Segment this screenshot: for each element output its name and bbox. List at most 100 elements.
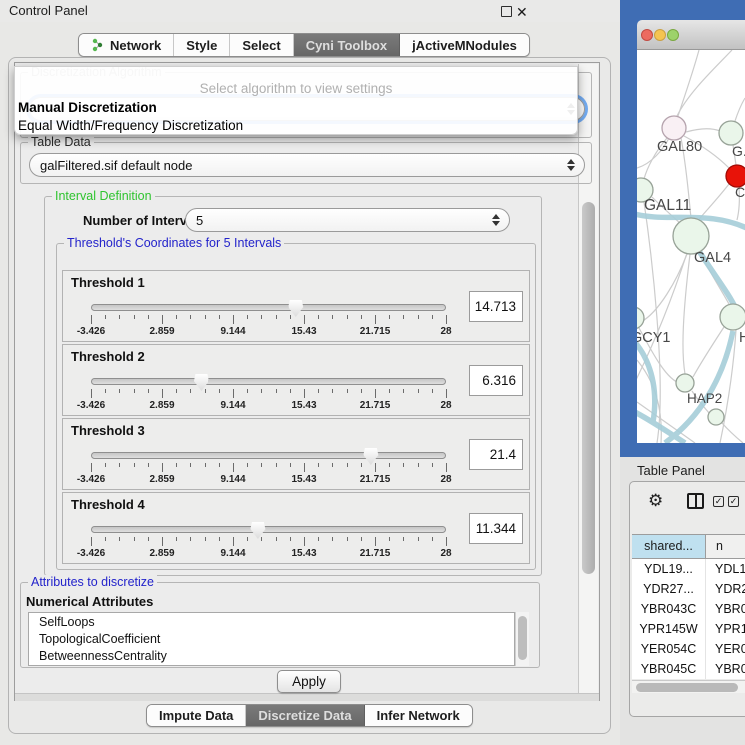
number-of-intervals-combobox[interactable]: 5 [185, 208, 510, 232]
threshold-3-row: Threshold 3 -3.426 2.859 9.144 15.43 21.… [62, 418, 530, 490]
combo-arrows-icon [492, 214, 500, 226]
table-row[interactable]: YPR145WYPR1 [632, 619, 745, 639]
algorithm-dropdown-popup: Select algorithm to view settings Manual… [14, 66, 578, 135]
top-tab-bar: Network Style Select Cyni Toolbox jActiv… [78, 33, 530, 57]
checkbox-icon[interactable]: ✓ [728, 496, 739, 507]
list-item[interactable]: TopologicalCoefficient [29, 630, 514, 647]
close-traffic-light-icon[interactable] [641, 29, 653, 41]
table-data-combobox[interactable]: galFiltered.sif default node [29, 153, 585, 177]
number-of-intervals-value: 5 [196, 213, 203, 228]
threshold-3-value-field[interactable]: 21.4 [469, 439, 523, 470]
bottom-band [15, 693, 599, 701]
control-panel-title: Control Panel [9, 3, 88, 18]
numerical-attributes-list[interactable]: SelfLoops TopologicalCoefficient Between… [28, 612, 515, 666]
node-gcy1[interactable] [637, 307, 644, 329]
column-header-name[interactable]: n [706, 535, 745, 558]
node-hap2[interactable] [676, 374, 694, 392]
tick-label: 2.859 [149, 400, 174, 411]
checkbox-icon[interactable]: ✓ [713, 496, 724, 507]
network-graph: GAL80 G. C GAL11 GAL4 GCY1 H HAP2 [637, 50, 745, 443]
dropdown-option-manual-discretization[interactable]: Manual Discretization [18, 100, 157, 115]
node-bottom[interactable] [708, 409, 724, 425]
table-row[interactable]: YDL19...YDL1 [632, 559, 745, 579]
network-window-titlebar[interactable] [637, 20, 745, 50]
list-item[interactable]: SelfLoops [29, 613, 514, 630]
tab-cyni-toolbox[interactable]: Cyni Toolbox [294, 34, 400, 56]
apply-button[interactable]: Apply [277, 670, 341, 693]
zoom-traffic-light-icon[interactable] [667, 29, 679, 41]
bottom-tab-bar: Impute Data Discretize Data Infer Networ… [146, 704, 473, 727]
dropdown-prompt-item: Select algorithm to view settings [15, 81, 577, 96]
network-canvas[interactable]: GAL80 G. C GAL11 GAL4 GCY1 H HAP2 [637, 50, 745, 443]
tab-network-label: Network [110, 38, 161, 53]
column-header-shared-name[interactable]: shared... [632, 535, 706, 558]
node-label-c: C [735, 184, 745, 200]
table-header-row: shared... n [632, 535, 745, 559]
threshold-2-value-field[interactable]: 6.316 [469, 365, 523, 396]
tick-label: 9.144 [220, 474, 245, 485]
table-row[interactable]: YER054CYER0 [632, 639, 745, 659]
table-data-value: galFiltered.sif default node [40, 158, 192, 173]
tick-label: 2.859 [149, 474, 174, 485]
main-scrollbar-thumb[interactable] [582, 202, 595, 574]
table-settings-gear-icon[interactable]: ⚙ [648, 492, 663, 511]
combo-arrows-icon [567, 159, 575, 171]
node-label-gal4: GAL4 [694, 250, 731, 266]
tab-jactivemnodules[interactable]: jActiveMNodules [400, 34, 529, 56]
threshold-4-row: Threshold 4 -3.426 2.859 9.144 15.43 21.… [62, 492, 530, 564]
tab-discretize-data[interactable]: Discretize Data [246, 705, 364, 726]
dropdown-option-equal-width[interactable]: Equal Width/Frequency Discretization [18, 118, 243, 133]
threshold-2-slider[interactable] [91, 378, 446, 385]
threshold-4-slider[interactable] [91, 526, 446, 533]
thresholds-group-title: Threshold's Coordinates for 5 Intervals [64, 236, 284, 250]
table-row[interactable]: YBR045CYBR0 [632, 659, 745, 679]
threshold-3-slider[interactable] [91, 452, 446, 459]
tab-style[interactable]: Style [174, 34, 230, 56]
threshold-3-ticks [91, 463, 446, 473]
node-table: shared... n YDL19...YDL1 YDR27...YDR2 YB… [632, 534, 745, 679]
table-row[interactable]: YBR043CYBR0 [632, 599, 745, 619]
list-item[interactable]: BetweennessCentrality [29, 647, 514, 664]
table-horizontal-scrollbar[interactable] [632, 680, 745, 693]
node-gal80[interactable] [662, 116, 686, 140]
tick-label: 21.715 [360, 474, 391, 485]
threshold-2-ticks [91, 389, 446, 399]
threshold-1-row: Threshold 1 -3.426 2.859 9.144 15.43 21.… [62, 270, 530, 342]
float-window-icon[interactable] [501, 6, 512, 17]
tab-infer-network[interactable]: Infer Network [365, 705, 472, 726]
tick-label: 9.144 [220, 400, 245, 411]
tick-label: 2.859 [149, 548, 174, 559]
threshold-1-ticks [91, 315, 446, 325]
threshold-1-value-field[interactable]: 14.713 [469, 291, 523, 322]
tick-label: -3.426 [77, 548, 105, 559]
node-label-gcy1: GCY1 [637, 330, 671, 346]
tick-label: -3.426 [77, 326, 105, 337]
tab-select[interactable]: Select [230, 34, 293, 56]
attributes-list-scrollbar[interactable] [515, 612, 529, 666]
node-g[interactable] [719, 121, 743, 145]
tick-label: 9.144 [220, 326, 245, 337]
threshold-1-slider[interactable] [91, 304, 446, 311]
node-gal4[interactable] [673, 218, 709, 254]
node-label-gal80: GAL80 [657, 139, 702, 155]
split-columns-icon[interactable] [687, 493, 704, 509]
attributes-group-title: Attributes to discretize [28, 575, 157, 589]
threshold-4-label: Threshold 4 [71, 497, 145, 512]
tick-label: 28 [440, 474, 451, 485]
table-hscrollbar-thumb[interactable] [636, 683, 738, 692]
threshold-1-label: Threshold 1 [71, 275, 145, 290]
table-row[interactable]: YDR27...YDR2 [632, 579, 745, 599]
tab-network[interactable]: Network [79, 34, 174, 56]
minimize-traffic-light-icon[interactable] [654, 29, 666, 41]
tick-label: 15.43 [291, 474, 316, 485]
threshold-3-label: Threshold 3 [71, 423, 145, 438]
tick-label: 21.715 [360, 400, 391, 411]
threshold-2-label: Threshold 2 [71, 349, 145, 364]
table-data-title: Table Data [28, 135, 94, 149]
tick-label: 2.859 [149, 326, 174, 337]
interval-definition-title: Interval Definition [52, 189, 155, 203]
tick-label: 21.715 [360, 548, 391, 559]
threshold-4-value-field[interactable]: 11.344 [469, 513, 523, 544]
node-h[interactable] [720, 304, 745, 330]
tab-impute-data[interactable]: Impute Data [147, 705, 246, 726]
